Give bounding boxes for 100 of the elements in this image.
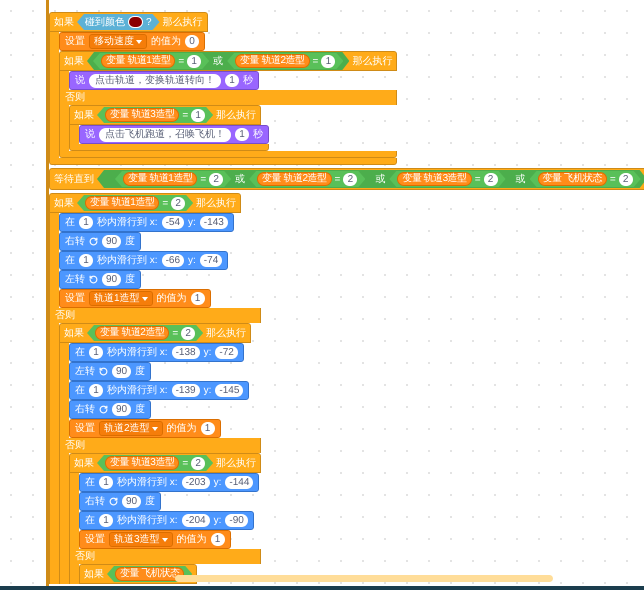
block-label: 度 [135,402,146,417]
block-label: = [182,456,188,470]
block-label: 秒 [243,74,253,88]
block-label: = [182,108,188,122]
block-label: 设置 [65,292,85,306]
block-label: 秒内滑行到 x: [97,254,158,268]
variable-reporter: 变量 轨道2造型 [235,54,310,68]
number-input[interactable]: 90 [122,495,142,508]
block-label: 秒内滑行到 x: [107,384,168,398]
block-label: 说 [85,128,95,142]
number-input[interactable]: 1 [190,292,205,305]
number-input[interactable]: 2 [181,326,196,340]
block-label: 的值为 [166,422,197,436]
block-label: 或 [375,172,386,186]
number-input[interactable]: -90 [225,514,248,527]
block-label: 碰到颜色 [85,16,125,30]
variable-reporter: 变量 轨道2造型 [257,172,332,186]
number-input[interactable]: -203 [182,476,210,489]
block-label: = [172,326,178,340]
number-input[interactable]: 1 [89,384,103,397]
block-label: 在 [85,514,95,528]
block-label: 说 [75,74,85,88]
number-input[interactable]: 1 [99,514,113,527]
number-input[interactable]: -145 [215,384,244,397]
variable-reporter: 变量 轨道3造型 [397,172,472,186]
block-label: y: [214,514,222,528]
number-input[interactable]: 1 [200,422,215,435]
block-label: 如果 [64,326,84,340]
number-input[interactable]: -54 [162,216,184,229]
block-label: 的值为 [151,34,181,49]
block-label: = [312,54,318,68]
block-label: = [474,172,481,186]
else-label: 否则 [69,549,262,564]
text-input[interactable]: 点击轨道，变换轨道转向！ [89,74,221,88]
block-label: 那么执行 [196,196,236,210]
block-label: 的值为 [176,532,207,547]
number-input[interactable]: 1 [187,54,202,68]
variable-reporter: 变量 轨道1造型 [85,196,160,210]
variable-reporter: 变量 轨道2造型 [95,326,170,340]
number-input[interactable]: 2 [191,456,206,470]
block-label: y: [214,476,222,490]
number-input[interactable]: -143 [200,216,228,229]
block-label: ? [146,16,152,30]
block-label: = [178,54,184,68]
block-label: 右转 [65,235,85,249]
number-input[interactable]: -74 [200,254,222,267]
block-label: 在 [75,346,85,360]
variable-reporter: 变量 轨道1造型 [123,172,198,186]
number-input[interactable]: 1 [89,346,103,359]
block-label: 左转 [75,365,95,379]
block-label: 等待直到 [54,172,94,186]
number-input[interactable]: 1 [79,254,93,267]
block-label: y: [204,384,212,398]
number-input[interactable]: 2 [343,172,358,186]
block-label: 如果 [74,456,94,470]
block-label: 那么执行 [352,54,392,68]
number-input[interactable]: -144 [225,476,254,489]
number-input[interactable]: 90 [112,403,132,416]
number-input[interactable]: 1 [321,54,336,68]
number-input[interactable]: 1 [99,476,113,489]
number-input[interactable]: 90 [112,365,132,378]
number-input[interactable]: -139 [172,384,200,397]
else-label: 否则 [59,90,398,105]
number-input[interactable]: -204 [182,514,210,527]
number-input[interactable]: 2 [618,172,633,186]
number-input[interactable]: 1 [210,533,225,546]
block-label: 那么执行 [162,16,203,30]
block-label: 那么执行 [206,326,246,340]
block-label: 或 [235,172,246,186]
number-input[interactable]: 90 [102,273,122,286]
number-input[interactable]: 90 [102,235,122,248]
block-label: 如果 [74,108,94,122]
block-label: = [610,172,616,186]
block-label: 设置 [65,34,85,49]
block-label: y: [188,216,196,230]
number-input[interactable]: 1 [235,128,249,141]
block-label: 度 [135,364,146,379]
block-label: 如果 [54,196,74,210]
block-label: 秒 [253,128,263,142]
block-label: y: [188,254,196,268]
block-label: 或 [213,54,224,68]
text-input[interactable]: 点击飞机跑道，召唤飞机！ [99,128,231,142]
block-label: = [162,196,168,210]
number-input[interactable]: 1 [79,216,93,229]
number-input[interactable]: 2 [209,172,224,186]
number-input[interactable]: -138 [172,346,200,359]
number-input[interactable]: -66 [162,254,184,267]
number-input[interactable]: 1 [191,108,206,122]
number-input[interactable]: 2 [171,196,186,210]
number-input[interactable]: 0 [185,35,199,48]
block-label: 右转 [85,495,105,509]
block-label: 秒内滑行到 x: [117,514,178,528]
block-label: 如果 [54,16,74,30]
number-input[interactable]: 2 [484,172,498,186]
else-label: 否则 [49,308,262,323]
block-label: 如果 [64,54,84,68]
block-label: 在 [65,254,75,268]
number-input[interactable]: 1 [225,74,239,87]
number-input[interactable]: -72 [215,346,238,359]
block-label: y: [204,346,212,360]
